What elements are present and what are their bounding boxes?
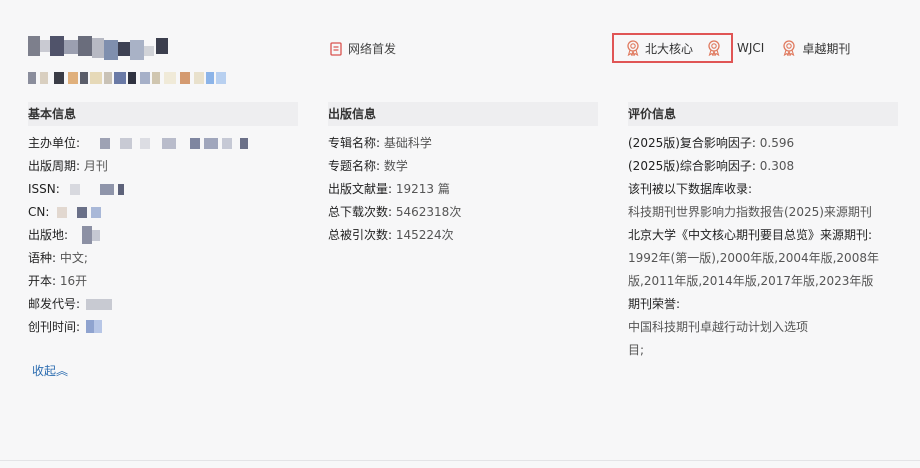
evaluation-title: 评价信息: [628, 102, 898, 126]
badge-wjci[interactable]: [707, 40, 721, 56]
basic-info-section: 基本信息 主办单位: 出版周期: 月刊 ISSN: CN: 出版地: 语种: 中…: [28, 102, 298, 339]
journal-title-redacted: [28, 36, 174, 60]
honor-value-line2: 目;: [628, 343, 645, 357]
badge-wjci-label[interactable]: WJCI: [737, 41, 764, 55]
collapse-link[interactable]: 收起︽: [32, 362, 68, 379]
publish-info-section: 出版信息 专辑名称: 基础科学 专题名称: 数学 出版文献量: 19213 篇 …: [328, 102, 598, 247]
bottom-divider: [0, 460, 920, 461]
redacted-value: [84, 320, 108, 333]
double-chevron-up-icon: ︽: [56, 364, 69, 378]
info-row-founded: 创刊时间:: [28, 316, 298, 339]
pku-core-years-line1: 1992年(第一版),2000年版,2004年版,2008年: [628, 251, 879, 265]
redacted-value: [84, 299, 114, 310]
info-row-topic: 专题名称: 数学: [328, 159, 408, 173]
info-row-album: 专辑名称: 基础科学: [328, 136, 432, 150]
info-row-cycle: 出版周期: 月刊: [28, 159, 108, 173]
info-row-language: 语种: 中文;: [28, 251, 88, 265]
honor-label: 期刊荣誉:: [628, 297, 681, 311]
journal-badges: 北大核心 WJCI 卓越期刊: [612, 33, 850, 63]
info-row-postal-code: 邮发代号:: [28, 293, 298, 316]
journal-info-page: 网络首发 北大核心 WJCI 卓越期刊 基本信息 主办单位: 出版周期: 月刊 …: [0, 0, 920, 468]
evaluation-section: 评价信息 (2025版)复合影响因子: 0.596 (2025版)综合影响因子:…: [628, 102, 898, 362]
publish-info-title: 出版信息: [328, 102, 598, 126]
basic-info-title: 基本信息: [28, 102, 298, 126]
award-ribbon-icon: [627, 40, 639, 56]
info-row-downloads: 总下载次数: 5462318次: [328, 205, 462, 219]
network-first-publish[interactable]: 网络首发: [330, 40, 396, 57]
impact-comprehensive-row: (2025版)综合影响因子: 0.308: [628, 159, 795, 173]
badge-label: 北大核心: [645, 41, 694, 56]
pku-core-years-line2: 版,2011年版,2014年版,2017年版,2023年版: [628, 274, 874, 288]
info-row-format: 开本: 16开: [28, 274, 88, 288]
redacted-value: [99, 138, 270, 149]
info-row-citations: 总被引次数: 145224次: [328, 228, 454, 242]
info-row-doc-count: 出版文献量: 19213 篇: [328, 182, 450, 196]
impact-composite-row: (2025版)复合影响因子: 0.596: [628, 136, 795, 150]
redacted-value: [53, 207, 113, 218]
redacted-value: [78, 226, 108, 244]
redacted-value: [64, 184, 128, 195]
badge-label: 卓越期刊: [802, 41, 851, 56]
info-row-sponsor: 主办单位:: [28, 132, 298, 155]
badge-highlight-box: 北大核心: [612, 33, 733, 63]
database-value: 科技期刊世界影响力指数报告(2025)来源期刊: [628, 205, 872, 219]
badge-excellence[interactable]: 卓越期刊: [782, 40, 850, 57]
first-publish-label: 网络首发: [348, 42, 397, 56]
honor-value-line1: 中国科技期刊卓越行动计划入选项: [628, 320, 809, 334]
info-row-issn: ISSN:: [28, 178, 298, 201]
award-ribbon-icon: [708, 40, 720, 56]
document-icon: [330, 41, 342, 56]
award-ribbon-icon: [783, 40, 795, 56]
badge-pku-core[interactable]: 北大核心: [626, 40, 693, 57]
database-label: 该刊被以下数据库收录:: [628, 182, 753, 196]
pku-core-label: 北京大学《中文核心期刊要目总览》来源期刊:: [628, 228, 873, 242]
info-row-cn: CN:: [28, 201, 298, 224]
journal-subtitle-redacted: [28, 72, 230, 84]
info-row-location: 出版地:: [28, 224, 298, 247]
